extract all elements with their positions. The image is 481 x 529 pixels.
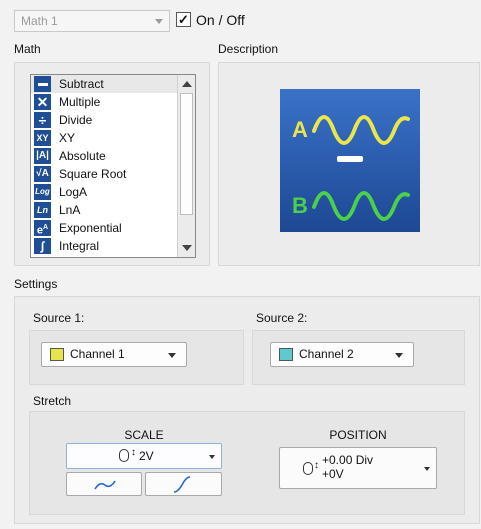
updown-icon: ↕ — [131, 447, 136, 458]
list-item-label: Subtract — [59, 77, 104, 91]
chevron-down-icon — [424, 467, 430, 471]
stretch-label: Stretch — [33, 394, 72, 408]
subtract-diagram-icon: A B — [292, 115, 410, 221]
list-item-lna[interactable]: Ln LnA — [31, 201, 195, 219]
chevron-down-icon — [209, 455, 215, 459]
minus-bar — [337, 156, 363, 162]
list-item-integral[interactable]: ∫ Integral — [31, 237, 195, 255]
math-function-list[interactable]: Subtract ✕ Multiple ÷ Divide XY XY |A| A… — [30, 74, 196, 258]
source2-value: Channel 2 — [299, 347, 354, 361]
list-item-exponential[interactable]: eA Exponential — [31, 219, 195, 237]
list-item-absolute[interactable]: |A| Absolute — [31, 147, 195, 165]
integral-icon: ∫ — [34, 238, 51, 254]
updown-icon: ↕ — [314, 460, 319, 471]
exponential-icon: eA — [34, 220, 51, 237]
list-item-loga[interactable]: Log LogA — [31, 183, 195, 201]
scale-expand-button[interactable] — [145, 472, 222, 496]
chevron-down-icon — [168, 353, 176, 358]
list-item-label: XY — [59, 131, 76, 145]
onoff-checkbox[interactable]: ✓ — [176, 12, 191, 27]
chevron-down-icon — [155, 19, 163, 24]
list-item-label: Exponential — [59, 221, 122, 235]
wave-a — [312, 115, 410, 145]
list-item-label: Integral — [59, 239, 100, 253]
absolute-icon: |A| — [34, 148, 51, 164]
list-item-xy[interactable]: XY XY — [31, 129, 195, 147]
scale-knob-icon — [119, 449, 129, 462]
list-item-label: LnA — [59, 203, 81, 217]
scale-select[interactable]: ↕ 2V — [66, 443, 222, 469]
scale-compress-button[interactable] — [66, 472, 142, 496]
math-channel-value: Math 1 — [21, 14, 58, 28]
wave-compress-icon — [94, 480, 116, 490]
image-label-b: B — [292, 193, 308, 218]
check-icon: ✓ — [178, 12, 189, 27]
position-knob-icon — [303, 462, 313, 475]
scale-title: SCALE — [124, 428, 164, 442]
xy-icon: XY — [34, 130, 51, 146]
channel2-swatch — [279, 348, 293, 361]
image-label-a: A — [292, 117, 308, 142]
list-item-label: Divide — [59, 113, 93, 127]
channel1-swatch — [50, 348, 64, 361]
list-item-divide[interactable]: ÷ Divide — [31, 111, 195, 129]
list-item-subtract[interactable]: Subtract — [31, 75, 195, 93]
scale-value: 2V — [139, 449, 154, 463]
wave-expand-icon — [173, 476, 191, 493]
position-select[interactable]: ↕ +0.00 Div +0V — [279, 447, 437, 489]
position-value-line2: +0V — [322, 467, 344, 481]
list-item-label: Multiple — [59, 95, 101, 109]
multiply-icon: ✕ — [34, 94, 51, 110]
list-item-multiple[interactable]: ✕ Multiple — [31, 93, 195, 111]
source1-select[interactable]: Channel 1 — [41, 342, 187, 367]
settings-section-label: Settings — [14, 277, 58, 291]
math-section-label: Math — [14, 42, 41, 56]
ln-icon: Ln — [34, 202, 51, 218]
chevron-down-icon — [395, 353, 403, 358]
scroll-down-icon[interactable] — [182, 245, 192, 251]
onoff-label: On / Off — [196, 12, 245, 28]
math-channel-select[interactable]: Math 1 — [14, 10, 170, 32]
square-root-icon: √A — [34, 166, 51, 182]
wave-b — [312, 191, 410, 221]
math-list-scrollbar[interactable] — [177, 75, 195, 257]
position-title: POSITION — [329, 428, 387, 442]
list-item-label: Square Root — [59, 167, 127, 181]
subtract-diagram-image: A B — [280, 89, 420, 232]
scroll-up-icon[interactable] — [182, 81, 192, 87]
list-item-label: Absolute — [59, 149, 106, 163]
source1-label: Source 1: — [33, 311, 85, 325]
scroll-thumb[interactable] — [180, 93, 193, 215]
divide-icon: ÷ — [34, 112, 51, 128]
list-item-square-root[interactable]: √A Square Root — [31, 165, 195, 183]
source2-select[interactable]: Channel 2 — [270, 342, 414, 367]
list-item-label: LogA — [59, 185, 88, 199]
minus-icon — [34, 76, 51, 92]
source2-label: Source 2: — [256, 311, 308, 325]
log-icon: Log — [34, 184, 51, 200]
position-value-line1: +0.00 Div — [322, 453, 374, 467]
source1-value: Channel 1 — [70, 347, 125, 361]
description-section-label: Description — [218, 42, 279, 56]
